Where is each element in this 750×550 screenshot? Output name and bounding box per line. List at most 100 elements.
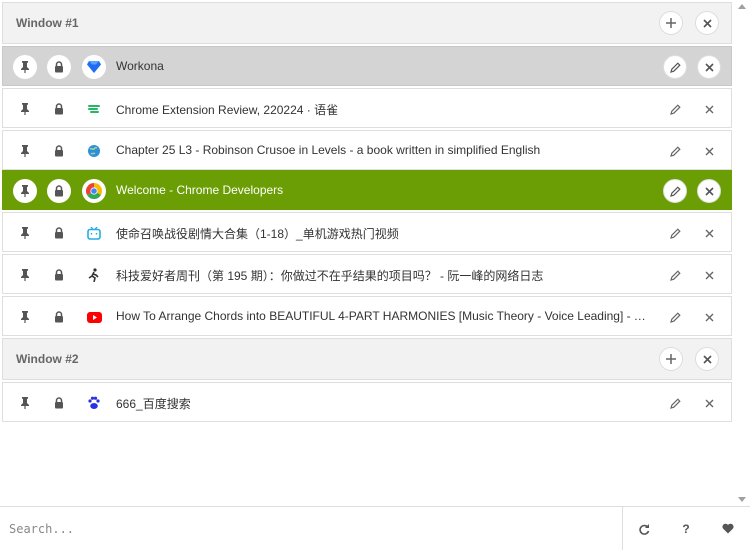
pin-icon bbox=[21, 185, 29, 197]
bilibili-icon bbox=[84, 223, 104, 243]
globe-icon bbox=[84, 141, 104, 161]
plus-icon bbox=[666, 354, 676, 364]
tab-row[interactable]: Chrome Extension Review, 220224 · 语雀 bbox=[2, 88, 732, 128]
pin-icon bbox=[21, 311, 29, 323]
edit-button[interactable] bbox=[663, 139, 687, 163]
lock-icon bbox=[55, 185, 63, 197]
pin-button[interactable] bbox=[15, 141, 35, 161]
pencil-icon bbox=[669, 311, 681, 323]
pin-button[interactable] bbox=[15, 99, 35, 119]
close-icon bbox=[705, 229, 713, 237]
lock-button[interactable] bbox=[49, 307, 69, 327]
tab-row[interactable]: 666_百度搜索 bbox=[2, 382, 732, 422]
scroll-down-arrow-icon[interactable] bbox=[738, 497, 746, 502]
add-tab-button[interactable] bbox=[659, 347, 683, 371]
tab-row-active[interactable]: Welcome - Chrome Developers bbox=[2, 170, 732, 210]
tab-title: 使命召唤战役剧情大合集（1-18）_单机游戏热门视频 bbox=[116, 227, 399, 241]
lock-icon bbox=[55, 269, 63, 281]
pencil-icon bbox=[669, 185, 681, 197]
window-title: Window #2 bbox=[16, 352, 79, 366]
close-tab-button[interactable] bbox=[697, 179, 721, 203]
edit-button[interactable] bbox=[663, 179, 687, 203]
youtube-icon bbox=[84, 307, 104, 327]
tab-row[interactable]: 使命召唤战役剧情大合集（1-18）_单机游戏热门视频 bbox=[2, 212, 732, 252]
tab-row[interactable]: Chapter 25 L3 - Robinson Crusoe in Level… bbox=[2, 130, 732, 170]
help-button[interactable]: ? bbox=[665, 507, 707, 550]
lock-button[interactable] bbox=[47, 179, 71, 203]
tab-title: How To Arrange Chords into BEAUTIFUL 4-P… bbox=[116, 309, 646, 323]
close-icon bbox=[704, 62, 714, 72]
lock-button[interactable] bbox=[49, 99, 69, 119]
search-input[interactable] bbox=[0, 507, 622, 550]
close-tab-button[interactable] bbox=[697, 391, 721, 415]
heart-icon bbox=[722, 523, 734, 534]
lock-button[interactable] bbox=[47, 55, 71, 79]
close-tab-button[interactable] bbox=[697, 305, 721, 329]
close-tab-button[interactable] bbox=[697, 139, 721, 163]
chrome-icon bbox=[82, 179, 106, 203]
close-tab-button[interactable] bbox=[697, 97, 721, 121]
pencil-icon bbox=[669, 61, 681, 73]
pencil-icon bbox=[669, 269, 681, 281]
footer-bar: ? bbox=[0, 506, 750, 550]
pin-button[interactable] bbox=[15, 265, 35, 285]
window-header: Window #2 bbox=[2, 338, 732, 380]
window-header: Window #1 bbox=[2, 2, 732, 44]
pencil-icon bbox=[669, 227, 681, 239]
runner-icon bbox=[84, 265, 104, 285]
tab-row[interactable]: Workona bbox=[2, 46, 732, 86]
pin-button[interactable] bbox=[15, 307, 35, 327]
tab-row[interactable]: 科技爱好者周刊（第 195 期）：你做过不在乎结果的项目吗？ - 阮一峰的网络日… bbox=[2, 254, 732, 294]
lock-button[interactable] bbox=[49, 223, 69, 243]
pin-icon bbox=[21, 269, 29, 281]
scroll-up-arrow-icon[interactable] bbox=[738, 4, 746, 9]
pin-button[interactable] bbox=[15, 223, 35, 243]
close-tab-button[interactable] bbox=[697, 55, 721, 79]
pin-button[interactable] bbox=[13, 179, 37, 203]
tab-title: 科技爱好者周刊（第 195 期）：你做过不在乎结果的项目吗？ - 阮一峰的网络日… bbox=[116, 269, 544, 283]
pencil-icon bbox=[669, 397, 681, 409]
workona-diamond-icon bbox=[82, 55, 106, 79]
tab-title: Workona bbox=[116, 59, 164, 73]
edit-button[interactable] bbox=[663, 55, 687, 79]
scrollbar[interactable] bbox=[734, 0, 750, 506]
favorite-button[interactable] bbox=[707, 507, 749, 550]
close-icon bbox=[704, 186, 714, 196]
close-icon bbox=[705, 399, 713, 407]
tab-title: Chrome Extension Review, 220224 · 语雀 bbox=[116, 103, 339, 117]
tab-title: 666_百度搜索 bbox=[116, 397, 191, 411]
edit-button[interactable] bbox=[663, 97, 687, 121]
lock-button[interactable] bbox=[49, 393, 69, 413]
edit-button[interactable] bbox=[663, 391, 687, 415]
close-window-button[interactable] bbox=[695, 347, 719, 371]
add-tab-button[interactable] bbox=[659, 11, 683, 35]
close-icon bbox=[705, 105, 713, 113]
pin-icon bbox=[21, 61, 29, 73]
edit-button[interactable] bbox=[663, 305, 687, 329]
lock-button[interactable] bbox=[49, 265, 69, 285]
close-tab-button[interactable] bbox=[697, 221, 721, 245]
close-tab-button[interactable] bbox=[697, 263, 721, 287]
edit-button[interactable] bbox=[663, 221, 687, 245]
window-list: Window #1 Workona Chrome Extension Revie… bbox=[0, 0, 734, 506]
close-icon bbox=[702, 18, 712, 28]
tab-row[interactable]: How To Arrange Chords into BEAUTIFUL 4-P… bbox=[2, 296, 732, 336]
close-icon bbox=[702, 354, 712, 364]
lock-button[interactable] bbox=[49, 141, 69, 161]
baidu-paw-icon bbox=[84, 393, 104, 413]
refresh-icon bbox=[638, 523, 649, 535]
pin-icon bbox=[21, 397, 29, 409]
lock-icon bbox=[55, 145, 63, 157]
close-icon bbox=[705, 147, 713, 155]
plus-icon bbox=[666, 18, 676, 28]
pin-button[interactable] bbox=[13, 55, 37, 79]
lock-icon bbox=[55, 397, 63, 409]
edit-button[interactable] bbox=[663, 263, 687, 287]
pin-button[interactable] bbox=[15, 393, 35, 413]
refresh-button[interactable] bbox=[622, 507, 664, 550]
lock-icon bbox=[55, 103, 63, 115]
close-window-button[interactable] bbox=[695, 11, 719, 35]
pin-icon bbox=[21, 103, 29, 115]
pin-icon bbox=[21, 227, 29, 239]
tab-title: Chapter 25 L3 - Robinson Crusoe in Level… bbox=[116, 143, 541, 157]
